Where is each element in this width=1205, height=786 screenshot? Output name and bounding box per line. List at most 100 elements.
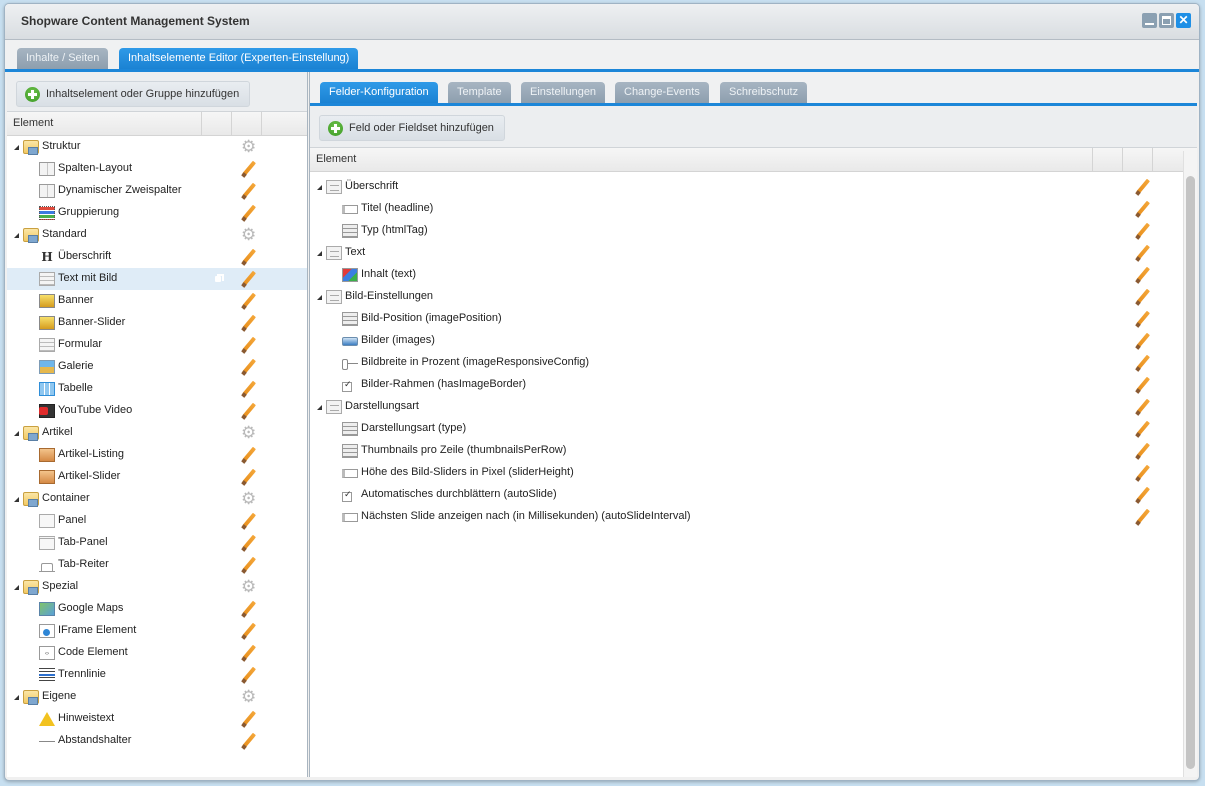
delete-button[interactable] [271, 491, 287, 507]
delete-button[interactable] [1165, 245, 1181, 261]
expand-arrow-icon[interactable] [14, 145, 19, 150]
delete-button[interactable] [1165, 487, 1181, 503]
edit-button[interactable] [241, 249, 257, 265]
field-row[interactable]: Bild-Position (imagePosition) [310, 308, 1197, 330]
delete-button[interactable] [1165, 509, 1181, 525]
edit-button[interactable] [1135, 289, 1151, 305]
edit-button[interactable] [1135, 509, 1151, 525]
duplicate-button[interactable] [211, 469, 227, 485]
edit-button[interactable] [241, 271, 257, 287]
duplicate-button[interactable] [211, 667, 227, 683]
expand-arrow-icon[interactable] [14, 233, 19, 238]
duplicate-button[interactable] [211, 161, 227, 177]
duplicate-button[interactable] [211, 337, 227, 353]
duplicate-button[interactable] [211, 711, 227, 727]
edit-button[interactable] [241, 601, 257, 617]
delete-button[interactable] [271, 315, 287, 331]
delete-button[interactable] [271, 249, 287, 265]
tree-item-row[interactable]: ‹› Code Element [7, 642, 307, 664]
delete-button[interactable] [1165, 421, 1181, 437]
tab-felder-konfiguration[interactable]: Felder-Konfiguration [320, 82, 438, 103]
edit-button[interactable] [241, 205, 257, 221]
expand-arrow-icon[interactable] [14, 497, 19, 502]
edit-button[interactable] [1135, 465, 1151, 481]
tree-group-row[interactable]: Standard ⚙ [7, 224, 307, 246]
tree-group-row[interactable]: Spezial ⚙ [7, 576, 307, 598]
field-row[interactable]: Darstellungsart (type) [310, 418, 1197, 440]
delete-button[interactable] [271, 645, 287, 661]
delete-button[interactable] [1165, 311, 1181, 327]
tree-item-row[interactable]: Panel [7, 510, 307, 532]
edit-button[interactable] [1135, 443, 1151, 459]
add-element-or-group-button[interactable]: Inhaltselement oder Gruppe hinzufügen [16, 81, 251, 107]
close-button[interactable]: ✕ [1176, 13, 1191, 28]
delete-button[interactable] [271, 579, 287, 595]
duplicate-button[interactable] [211, 601, 227, 617]
delete-button[interactable] [271, 557, 287, 573]
expand-arrow-icon[interactable] [14, 695, 19, 700]
delete-button[interactable] [271, 469, 287, 485]
delete-button[interactable] [271, 513, 287, 529]
title-bar[interactable]: Shopware Content Management System ✕ [5, 4, 1199, 40]
edit-button[interactable] [1135, 311, 1151, 327]
duplicate-button[interactable] [211, 205, 227, 221]
add-button[interactable] [211, 139, 227, 155]
field-row[interactable]: Höhe des Bild-Sliders in Pixel (sliderHe… [310, 462, 1197, 484]
add-field-or-fieldset-button[interactable]: Feld oder Fieldset hinzufügen [319, 115, 505, 141]
delete-button[interactable] [1165, 289, 1181, 305]
duplicate-button[interactable] [211, 381, 227, 397]
edit-button[interactable] [1135, 223, 1151, 239]
delete-button[interactable] [271, 601, 287, 617]
field-row[interactable]: Bilder-Rahmen (hasImageBorder) [310, 374, 1197, 396]
field-row[interactable]: Thumbnails pro Zeile (thumbnailsPerRow) [310, 440, 1197, 462]
duplicate-button[interactable] [211, 623, 227, 639]
edit-button[interactable] [241, 315, 257, 331]
duplicate-button[interactable] [211, 315, 227, 331]
edit-button[interactable] [241, 711, 257, 727]
tab-template[interactable]: Template [448, 82, 511, 103]
expand-arrow-icon[interactable] [317, 185, 322, 190]
tree-group-row[interactable]: Artikel ⚙ [7, 422, 307, 444]
delete-button[interactable] [271, 139, 287, 155]
delete-button[interactable] [271, 337, 287, 353]
settings-button[interactable]: ⚙ [241, 138, 257, 155]
delete-button[interactable] [1165, 267, 1181, 283]
delete-button[interactable] [1165, 465, 1181, 481]
field-row[interactable]: Inhalt (text) [310, 264, 1197, 286]
add-button[interactable] [211, 425, 227, 441]
edit-button[interactable] [241, 161, 257, 177]
delete-button[interactable] [271, 403, 287, 419]
add-button[interactable] [1105, 245, 1121, 261]
delete-button[interactable] [271, 183, 287, 199]
edit-button[interactable] [241, 733, 257, 749]
tree-item-row[interactable]: Formular [7, 334, 307, 356]
delete-button[interactable] [271, 733, 287, 749]
edit-button[interactable] [1135, 201, 1151, 217]
edit-button[interactable] [241, 359, 257, 375]
minimize-button[interactable] [1142, 13, 1157, 28]
duplicate-button[interactable] [211, 293, 227, 309]
delete-button[interactable] [271, 227, 287, 243]
field-row[interactable]: Bildbreite in Prozent (imageResponsiveCo… [310, 352, 1197, 374]
delete-button[interactable] [271, 381, 287, 397]
duplicate-button[interactable] [211, 359, 227, 375]
edit-button[interactable] [241, 293, 257, 309]
settings-button[interactable]: ⚙ [241, 490, 257, 507]
add-button[interactable] [1105, 399, 1121, 415]
tree-item-row[interactable]: Tabelle [7, 378, 307, 400]
delete-button[interactable] [271, 689, 287, 705]
edit-button[interactable] [1135, 267, 1151, 283]
fieldset-row[interactable]: Text [310, 242, 1197, 264]
maximize-button[interactable] [1159, 13, 1174, 28]
tab-change-events[interactable]: Change-Events [615, 82, 709, 103]
duplicate-button[interactable] [211, 249, 227, 265]
tree-group-row[interactable]: Container ⚙ [7, 488, 307, 510]
delete-button[interactable] [1165, 355, 1181, 371]
delete-button[interactable] [1165, 333, 1181, 349]
tree-item-row[interactable]: Banner [7, 290, 307, 312]
duplicate-button[interactable] [211, 271, 227, 287]
edit-button[interactable] [241, 403, 257, 419]
column-header-element[interactable]: Element [7, 112, 202, 135]
tree-item-row[interactable]: Gruppierung [7, 202, 307, 224]
tree-item-row[interactable]: Tab-Panel [7, 532, 307, 554]
